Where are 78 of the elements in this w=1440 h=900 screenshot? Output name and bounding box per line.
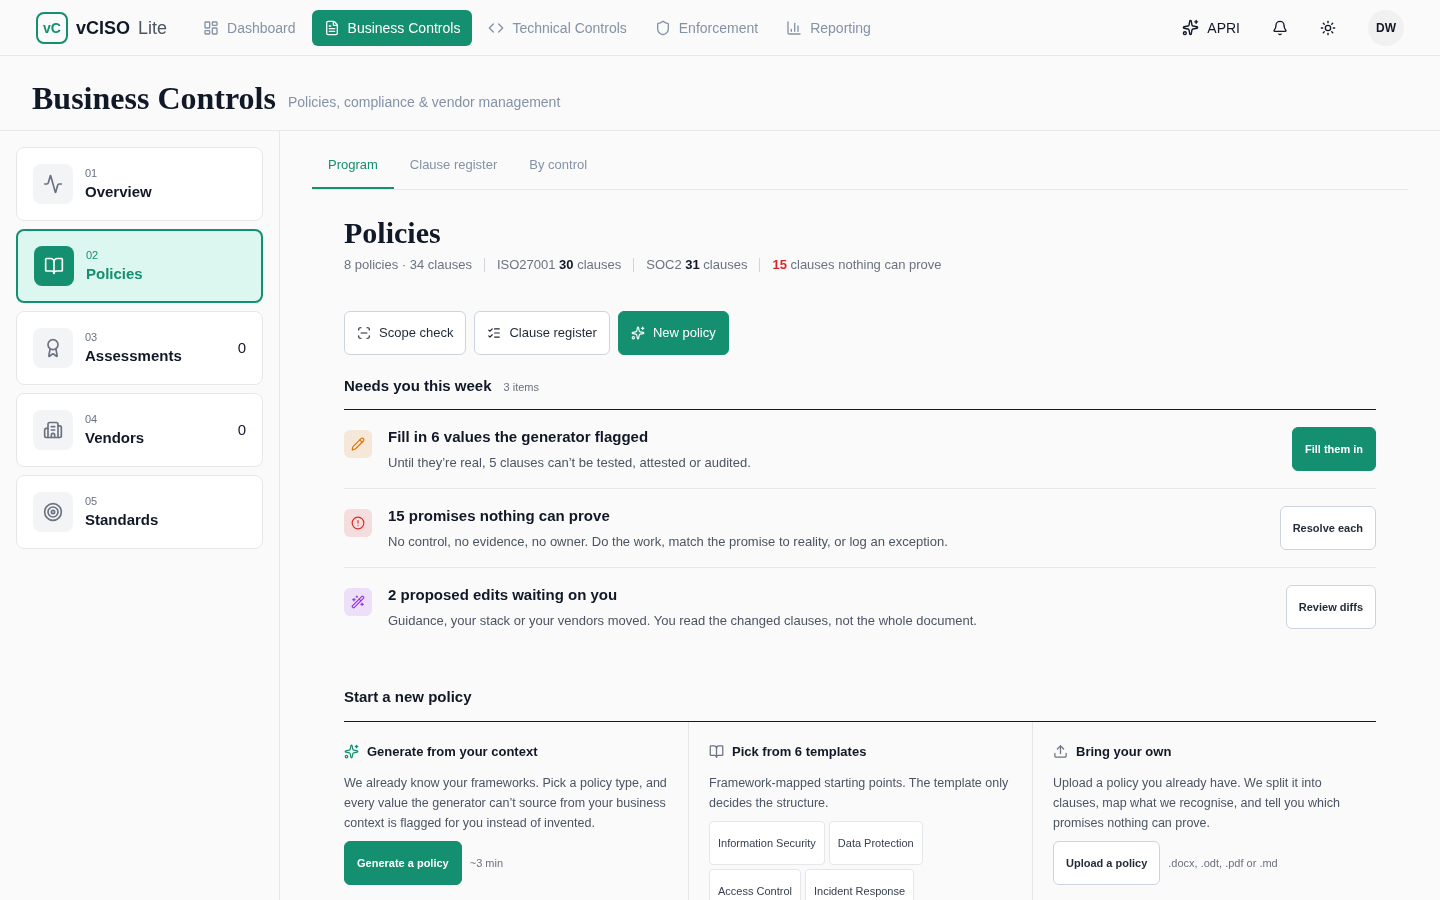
option-button[interactable]: Upload a policy xyxy=(1053,841,1161,885)
option-button[interactable]: Generate a policy xyxy=(344,841,462,885)
bar-chart-icon xyxy=(786,19,803,36)
sidebar-item[interactable]: 01 Overview xyxy=(16,147,263,221)
book-icon xyxy=(709,743,724,759)
bell-icon[interactable] xyxy=(1272,19,1288,36)
option-title: Pick from 6 templates xyxy=(732,742,867,761)
sparkles-icon xyxy=(630,325,645,340)
option-note: ~3 min xyxy=(469,855,504,871)
logo-icon[interactable]: vC xyxy=(36,11,68,44)
document-icon xyxy=(323,19,340,36)
item-count: 0 xyxy=(237,337,246,358)
stat-text: SOC2 31 clauses xyxy=(646,256,748,274)
app-edition: Lite xyxy=(138,16,168,40)
option-description: Framework-mapped starting points. The template only decides the structure. xyxy=(709,775,1010,812)
grid-icon xyxy=(203,19,220,36)
needs-title: Needs you this week xyxy=(344,375,492,396)
item-number: 01 xyxy=(85,165,99,181)
action-button[interactable]: Clause register xyxy=(474,310,610,355)
option-note: .docx, .odt, .pdf or .md xyxy=(1168,855,1278,871)
target-icon xyxy=(33,492,73,532)
stat-text: 15 clauses nothing can prove xyxy=(772,256,942,274)
sidebar-item[interactable]: 02 Policies xyxy=(16,229,263,303)
task-button[interactable]: Review diffs xyxy=(1285,585,1376,629)
sparkles-icon xyxy=(1182,19,1200,36)
upload-icon xyxy=(1053,743,1068,759)
item-number: 03 xyxy=(85,329,99,345)
item-label: Assessments xyxy=(85,346,183,366)
building-icon xyxy=(33,410,73,450)
tab[interactable]: Program xyxy=(312,155,394,189)
nav-tab[interactable]: Business Controls xyxy=(311,9,473,46)
sidebar-item[interactable]: 04 Vendors 0 xyxy=(16,393,263,467)
action-button[interactable]: New policy xyxy=(617,310,729,355)
section-title: Policies xyxy=(344,214,442,251)
assistant-button[interactable]: APRI xyxy=(1182,17,1240,38)
sidebar-item[interactable]: 03 Assessments 0 xyxy=(16,311,263,385)
item-number: 05 xyxy=(85,493,99,509)
page-subtitle: Policies, compliance & vendor management xyxy=(287,93,561,112)
start-title: Start a new policy xyxy=(344,686,1376,722)
page-title: Business Controls xyxy=(32,82,276,114)
award-icon xyxy=(33,328,73,368)
checklist-icon xyxy=(487,325,502,340)
task-description: No control, no evidence, no owner. Do the work, match the promise to reality, or log an exception. xyxy=(388,532,949,551)
task-title: 2 proposed edits waiting on you xyxy=(388,585,619,605)
template-chip[interactable]: Access Control xyxy=(709,869,801,900)
item-count: 0 xyxy=(237,419,246,440)
option-title: Bring your own xyxy=(1076,742,1172,761)
template-chip[interactable]: Information Security xyxy=(709,821,825,865)
option-description: We already know your frameworks. Pick a policy type, and every value the generator can’t source from your business context is flagged for you instead of invented. xyxy=(344,775,668,832)
item-label: Overview xyxy=(85,182,153,202)
item-label: Policies xyxy=(86,264,144,284)
sparkles-icon xyxy=(344,743,359,759)
book-icon xyxy=(34,246,74,286)
sun-icon[interactable] xyxy=(1320,19,1336,36)
task-button[interactable]: Resolve each xyxy=(1279,506,1376,550)
shield-icon xyxy=(654,19,671,36)
pulse-icon xyxy=(33,164,73,204)
task-description: Guidance, your stack or your vendors moved. You read the changed clauses, not the whole document. xyxy=(388,611,978,630)
task-button[interactable]: Fill them in xyxy=(1291,427,1376,471)
action-button[interactable]: Scope check xyxy=(344,310,467,355)
task-description: Until they’re real, 5 clauses can’t be tested, attested or audited. xyxy=(388,453,752,472)
scan-icon xyxy=(357,325,371,340)
task-title: 15 promises nothing can prove xyxy=(388,506,611,526)
option-title: Generate from your context xyxy=(367,742,538,761)
item-label: Standards xyxy=(85,510,160,530)
option-description: Upload a policy you already have. We split it into clauses, map what we recognise, and tell you which promises nothing can prove. xyxy=(1053,775,1341,832)
app-name: vCISO xyxy=(76,16,131,40)
item-number: 02 xyxy=(86,247,100,263)
needs-count: 3 items xyxy=(503,379,540,395)
template-chip[interactable]: Data Protection xyxy=(828,821,923,865)
stat-text: 8 policies · 34 clauses xyxy=(344,256,472,274)
sidebar-item[interactable]: 05 Standards xyxy=(16,475,263,549)
task-title: Fill in 6 values the generator flagged xyxy=(388,427,650,447)
user-avatar[interactable]: DW xyxy=(1368,9,1404,46)
item-number: 04 xyxy=(85,411,99,427)
item-label: Vendors xyxy=(85,428,146,448)
template-chip[interactable]: Incident Response xyxy=(805,869,915,900)
stat-text: ISO27001 30 clauses xyxy=(496,256,622,274)
